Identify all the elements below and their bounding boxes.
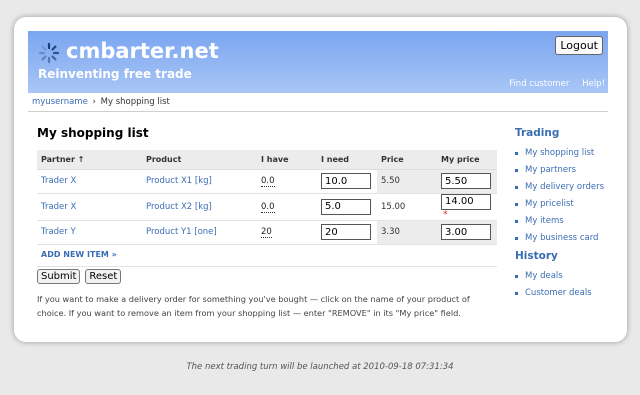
spinner-logo-icon (38, 42, 60, 64)
brand-name: cmbarter.net (66, 39, 219, 63)
my-price-cell (437, 169, 497, 194)
table-row: Trader X Product X2 [kg] 0.0 15.00 * (37, 193, 497, 221)
col-product: Product (142, 150, 257, 170)
sidebar-item-delivery-orders[interactable]: My delivery orders (515, 181, 625, 193)
history-heading: History (515, 250, 558, 262)
col-price: Price (377, 150, 437, 170)
breadcrumb-separator: › (92, 97, 96, 107)
submit-button[interactable]: Submit (37, 269, 81, 284)
have-value: 20 (261, 227, 272, 238)
sidebar-item-label: My pricelist (525, 199, 574, 209)
partner-link[interactable]: Trader X (37, 169, 142, 194)
sidebar-item-shopping-list[interactable]: My shopping list (515, 147, 625, 159)
bullet-icon (515, 275, 518, 278)
need-cell (317, 169, 377, 194)
col-partner[interactable]: Partner ↑ (37, 150, 142, 170)
sidebar-item-label: My partners (525, 165, 577, 175)
price-value: 15.00 (377, 193, 437, 221)
bullet-icon (515, 152, 518, 155)
product-link[interactable]: Product X1 [kg] (142, 169, 257, 194)
add-cell: ADD NEW ITEM » (37, 244, 497, 267)
breadcrumb-current: My shopping list (100, 97, 170, 107)
trading-menu: My shopping list My partners My delivery… (515, 147, 625, 244)
sidebar-item-label: My business card (525, 233, 599, 243)
reset-button[interactable]: Reset (85, 269, 122, 284)
have-cell: 20 (257, 220, 317, 245)
find-customer-link[interactable]: Find customer (509, 79, 569, 89)
product-link[interactable]: Product Y1 [one] (142, 220, 257, 245)
sidebar-item-label: My items (525, 216, 564, 226)
help-text: If you want to make a delivery order for… (37, 294, 470, 318)
sidebar-item-business-card[interactable]: My business card (515, 232, 625, 244)
bullet-icon (515, 292, 518, 295)
trading-heading: Trading (515, 127, 560, 139)
breadcrumb-user-link[interactable]: myusername (32, 97, 88, 107)
form-buttons: Submit Reset (37, 269, 123, 284)
help-link[interactable]: Help! (582, 79, 605, 89)
table-row: Trader Y Product Y1 [one] 20 3.30 (37, 220, 497, 245)
bullet-icon (515, 186, 518, 189)
tagline: Reinventing free trade (38, 67, 192, 81)
sidebar-item-my-deals[interactable]: My deals (515, 270, 625, 282)
my-price-input[interactable] (441, 173, 491, 189)
my-price-input[interactable] (441, 193, 491, 210)
sidebar-item-customer-deals[interactable]: Customer deals (515, 287, 625, 299)
bullet-icon (515, 237, 518, 240)
sidebar: Trading My shopping list My partners My … (515, 127, 625, 304)
bullet-icon (515, 169, 518, 172)
page-title: My shopping list (37, 126, 149, 140)
col-have: I have (257, 150, 317, 170)
sidebar-item-label: My delivery orders (525, 182, 604, 192)
col-need: I need (317, 150, 377, 170)
need-input[interactable] (321, 173, 371, 189)
col-my-price: My price (437, 150, 497, 170)
need-input[interactable] (321, 224, 371, 240)
have-value: 0.0 (261, 201, 275, 213)
have-value: 0.0 (261, 176, 275, 187)
have-cell: 0.0 (257, 169, 317, 194)
footer-status: The next trading turn will be launched a… (186, 362, 454, 372)
logout-button[interactable]: Logout (555, 36, 603, 55)
product-link[interactable]: Product X2 [kg] (142, 193, 257, 221)
my-price-cell (437, 220, 497, 245)
table-row: Trader X Product X1 [kg] 0.0 5.50 (37, 169, 497, 194)
sidebar-item-partners[interactable]: My partners (515, 164, 625, 176)
header-links: Find customer Help! (499, 79, 605, 89)
need-cell (317, 193, 377, 221)
sidebar-item-label: Customer deals (525, 288, 592, 298)
price-flag: * (443, 209, 448, 220)
partner-link[interactable]: Trader Y (37, 220, 142, 245)
my-price-cell: * (437, 193, 497, 221)
need-cell (317, 220, 377, 245)
price-value: 5.50 (377, 169, 437, 194)
have-cell: 0.0 (257, 193, 317, 221)
site-header: cmbarter.net Reinventing free trade Logo… (28, 31, 608, 93)
my-price-input[interactable] (441, 224, 491, 240)
bullet-icon (515, 220, 518, 223)
add-row: ADD NEW ITEM » (37, 244, 497, 267)
shopping-list-table: Partner ↑ Product I have I need Price My… (37, 150, 497, 267)
main-content: My shopping list Partner ↑ Product I hav… (37, 126, 497, 318)
bullet-icon (515, 203, 518, 206)
breadcrumb: myusername › My shopping list (28, 93, 608, 112)
sidebar-item-label: My deals (525, 271, 563, 281)
need-input[interactable] (321, 198, 371, 215)
sidebar-item-label: My shopping list (525, 148, 595, 158)
price-value: 3.30 (377, 220, 437, 245)
add-new-item-link[interactable]: ADD NEW ITEM » (41, 250, 117, 259)
partner-link[interactable]: Trader X (37, 193, 142, 221)
sidebar-item-items[interactable]: My items (515, 215, 625, 227)
history-menu: My deals Customer deals (515, 270, 625, 299)
sidebar-item-pricelist[interactable]: My pricelist (515, 198, 625, 210)
